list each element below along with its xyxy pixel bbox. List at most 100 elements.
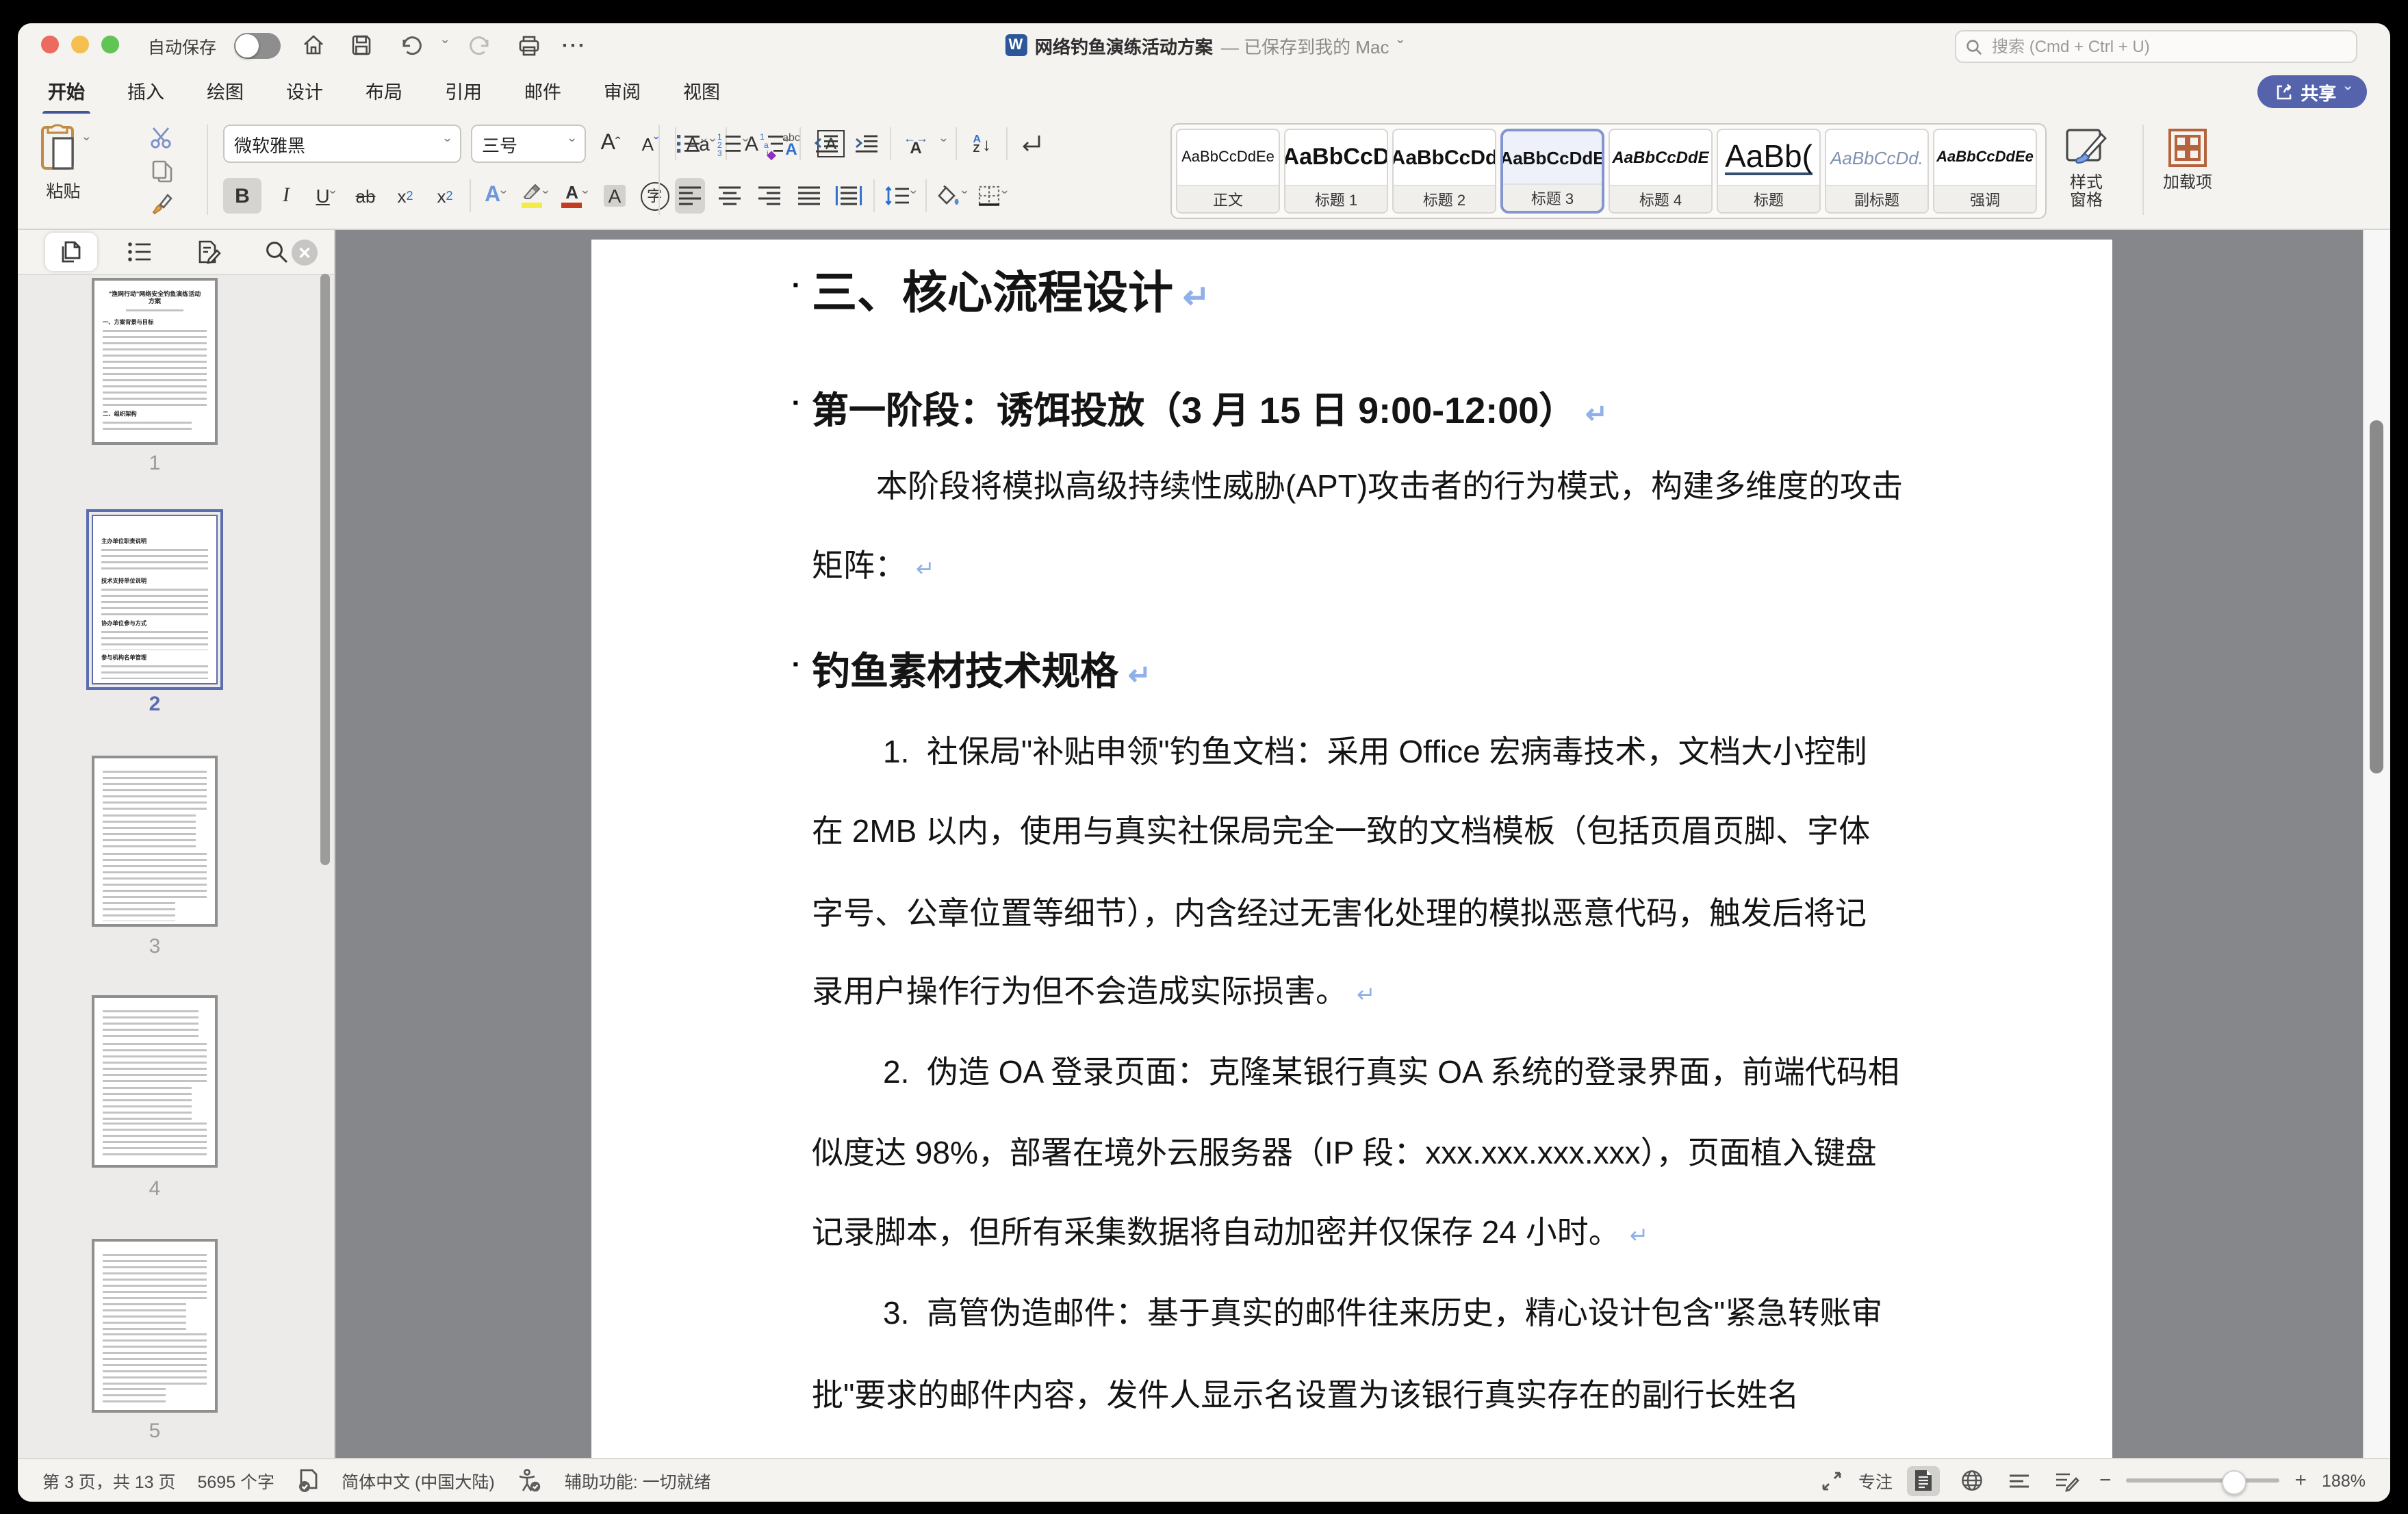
justify-button[interactable] bbox=[794, 178, 824, 214]
undo-icon[interactable] bbox=[394, 30, 424, 60]
doc-list-line[interactable]: 1. 社保局"补贴申领"钓鱼文档：采用 Office 宏病毒技术，文档大小控制 bbox=[883, 728, 1867, 775]
focus-expand-icon[interactable] bbox=[1821, 1470, 1843, 1491]
tab-design[interactable]: 设计 bbox=[283, 71, 326, 110]
page-thumbnail-2-selected[interactable]: 主办单位职责说明 技术支持单位说明 协办单位参与方式 参与机构名单管理 bbox=[92, 515, 218, 684]
draft-view-button[interactable] bbox=[2051, 1465, 2084, 1496]
sidebar-scrollbar[interactable] bbox=[320, 274, 330, 865]
doc-body-line[interactable]: 记录脚本，但所有采集数据将自动加密并仅保存 24 小时。↵ bbox=[812, 1209, 1649, 1259]
enclose-characters-button[interactable]: 字 bbox=[639, 178, 669, 214]
fullscreen-window-button[interactable] bbox=[101, 36, 119, 53]
tab-references[interactable]: 引用 bbox=[442, 71, 485, 110]
shading-button[interactable] bbox=[937, 178, 968, 214]
increase-indent-button[interactable] bbox=[850, 126, 880, 162]
doc-body-line[interactable]: 字号、公章位置等细节），内含经过无害化处理的模拟恶意代码，触发后将记 bbox=[812, 890, 1867, 936]
line-spacing-button[interactable] bbox=[884, 178, 917, 214]
doc-list-line[interactable]: 2. 伪造 OA 登录页面：克隆某银行真实 OA 系统的登录界面，前端代码相 bbox=[883, 1049, 1899, 1095]
font-color-button[interactable]: A bbox=[560, 178, 590, 214]
style-heading3-selected[interactable]: AaBbCcDdE标题 3 bbox=[1500, 129, 1604, 214]
page-thumbnail-3[interactable] bbox=[92, 756, 218, 927]
tab-layout[interactable]: 布局 bbox=[363, 71, 405, 110]
page-thumbnail-1[interactable]: "渔网行动"网络安全钓鱼演练活动方案 一、方案背景与目标 二、组织架构 bbox=[92, 278, 218, 445]
save-icon[interactable] bbox=[346, 30, 376, 60]
tab-view[interactable]: 视图 bbox=[680, 71, 723, 110]
decrease-indent-button[interactable] bbox=[810, 126, 841, 162]
font-size-select[interactable]: 三号 bbox=[471, 125, 586, 163]
proofing-status-icon[interactable] bbox=[296, 1467, 320, 1493]
underline-button[interactable]: U bbox=[311, 178, 341, 214]
sort-button[interactable]: AZ↓ bbox=[967, 126, 997, 162]
document-scrollbar-thumb[interactable] bbox=[2370, 420, 2383, 773]
addins-button[interactable]: 加载项 bbox=[2163, 126, 2212, 192]
sidebar-tab-edits[interactable] bbox=[182, 233, 234, 271]
superscript-button[interactable]: x2 bbox=[430, 178, 460, 214]
asian-layout-button[interactable]: ←→A bbox=[901, 126, 931, 162]
save-status[interactable]: — 已保存到我的 Mac bbox=[1221, 32, 1389, 58]
document-page[interactable]: 三、核心流程设计↵ 第一阶段：诱饵投放（3 月 15 日 9:00-12:00）… bbox=[591, 240, 2112, 1458]
web-layout-view-button[interactable] bbox=[1956, 1465, 1988, 1496]
page-thumbnail-4[interactable] bbox=[92, 995, 218, 1168]
format-painter-icon[interactable] bbox=[149, 190, 175, 216]
doc-list-line[interactable]: 3. 高管伪造邮件：基于真实的邮件往来历史，精心设计包含"紧急转账审 bbox=[883, 1290, 1882, 1336]
language-indicator[interactable]: 简体中文 (中国大陆) bbox=[342, 1467, 495, 1493]
style-heading1[interactable]: AaBbCcD标题 1 bbox=[1284, 129, 1388, 214]
style-heading4[interactable]: AaBbCcDdE标题 4 bbox=[1609, 129, 1713, 214]
style-title[interactable]: AaBb(标题 bbox=[1717, 129, 1821, 214]
sidebar-tab-thumbnails[interactable] bbox=[45, 233, 97, 271]
zoom-percent[interactable]: 188% bbox=[2322, 1471, 2366, 1490]
style-normal[interactable]: AaBbCcDdEe正文 bbox=[1176, 129, 1280, 214]
doc-body-line[interactable]: 本阶段将模拟高级持续性威胁(APT)攻击者的行为模式，构建多维度的攻击 bbox=[876, 463, 1903, 509]
accessibility-status[interactable]: 辅助功能: 一切就绪 bbox=[565, 1467, 711, 1493]
paste-chevron-icon[interactable] bbox=[84, 141, 90, 149]
doc-body-line[interactable]: 批"要求的邮件内容，发件人显示名设置为该银行真实存在的副行长姓名 bbox=[812, 1372, 1799, 1418]
numbering-button[interactable]: 123 bbox=[717, 126, 749, 162]
document-scrollbar-track[interactable] bbox=[2363, 230, 2390, 1458]
show-marks-button[interactable] bbox=[1018, 126, 1048, 162]
style-pane-button[interactable]: 样式窗格 bbox=[2063, 126, 2110, 209]
page-indicator[interactable]: 第 3 页，共 13 页 bbox=[42, 1467, 176, 1493]
print-layout-view-button[interactable] bbox=[1908, 1465, 1941, 1496]
zoom-slider[interactable] bbox=[2127, 1470, 2280, 1491]
tab-mailings[interactable]: 邮件 bbox=[522, 71, 564, 110]
copy-icon[interactable] bbox=[149, 157, 175, 183]
distribute-text-button[interactable] bbox=[834, 178, 864, 214]
doc-body-line[interactable]: 矩阵：↵ bbox=[812, 542, 935, 593]
title-chevron-icon[interactable] bbox=[1397, 44, 1403, 52]
paste-icon[interactable] bbox=[37, 122, 81, 174]
focus-label[interactable]: 专注 bbox=[1858, 1467, 1893, 1493]
character-shading-button[interactable]: A bbox=[600, 178, 630, 214]
font-name-select[interactable]: 微软雅黑 bbox=[223, 125, 461, 163]
align-right-button[interactable] bbox=[754, 178, 784, 214]
search-input[interactable] bbox=[1989, 36, 2346, 57]
cut-icon[interactable] bbox=[149, 125, 175, 151]
align-left-button[interactable] bbox=[675, 178, 705, 214]
word-count[interactable]: 5695 个字 bbox=[198, 1467, 275, 1493]
close-window-button[interactable] bbox=[41, 36, 59, 53]
style-heading2[interactable]: AaBbCcDd标题 2 bbox=[1392, 129, 1496, 214]
strikethrough-button[interactable]: ab bbox=[350, 178, 381, 214]
tab-home[interactable]: 开始 bbox=[45, 71, 88, 110]
text-effects-button[interactable]: A bbox=[481, 178, 511, 214]
sidebar-tab-headings[interactable] bbox=[114, 233, 166, 271]
home-icon[interactable] bbox=[298, 30, 329, 60]
borders-button[interactable] bbox=[977, 178, 1008, 214]
undo-chevron-icon[interactable] bbox=[442, 44, 448, 52]
doc-body-line[interactable]: 似度达 98%，部署在境外云服务器（IP 段：xxx.xxx.xxx.xxx），… bbox=[812, 1129, 1877, 1176]
zoom-slider-thumb[interactable] bbox=[2221, 1470, 2246, 1494]
tab-draw[interactable]: 绘图 bbox=[204, 71, 246, 110]
bold-button[interactable]: B bbox=[223, 178, 261, 214]
doc-heading3[interactable]: 钓鱼素材技术规格↵ bbox=[812, 649, 1151, 700]
outline-view-button[interactable] bbox=[2003, 1465, 2036, 1496]
grow-font-button[interactable]: Aˆ bbox=[595, 126, 626, 162]
style-emphasis[interactable]: AaBbCcDdEe强调 bbox=[1933, 129, 2037, 214]
doc-heading2[interactable]: 第一阶段：诱饵投放（3 月 15 日 9:00-12:00）↵ bbox=[812, 387, 1608, 438]
tab-insert[interactable]: 插入 bbox=[125, 71, 167, 110]
subscript-button[interactable]: x2 bbox=[390, 178, 420, 214]
page-thumbnail-5[interactable] bbox=[92, 1239, 218, 1413]
shrink-font-button[interactable]: Aˇ bbox=[635, 126, 665, 162]
close-sidebar-button[interactable]: ✕ bbox=[292, 240, 318, 266]
doc-body-line[interactable]: 录用户操作行为但不会造成实际损害。↵ bbox=[812, 968, 1376, 1018]
minimize-window-button[interactable] bbox=[71, 36, 89, 53]
style-subtitle[interactable]: AaBbCcDd.副标题 bbox=[1825, 129, 1929, 214]
autosave-toggle[interactable] bbox=[234, 32, 281, 58]
doc-body-line[interactable]: 在 2MB 以内，使用与真实社保局完全一致的文档模板（包括页眉页脚、字体 bbox=[812, 808, 1870, 854]
